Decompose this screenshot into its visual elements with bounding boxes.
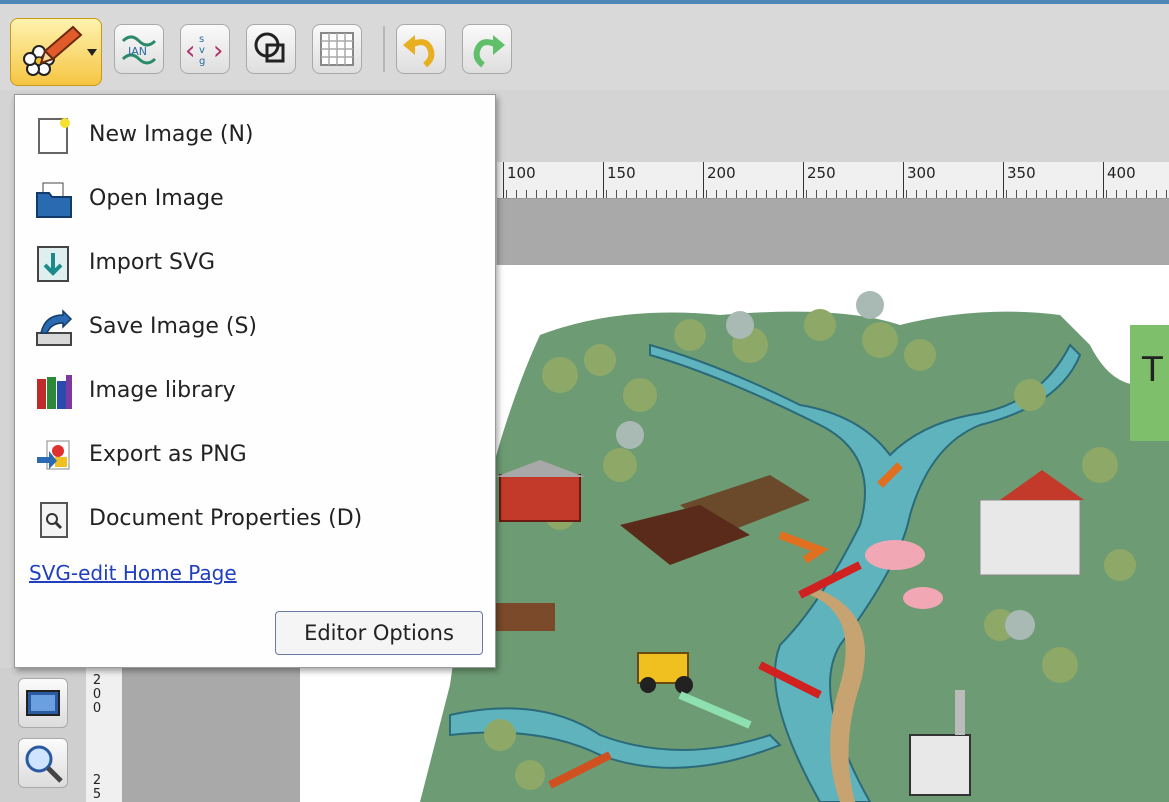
ruler-label: 0 <box>92 701 102 716</box>
menu-item-document-properties[interactable]: Document Properties (D) <box>15 489 495 549</box>
import-icon <box>37 246 69 282</box>
magnifier-icon <box>25 745 63 783</box>
zoom-tool-button[interactable] <box>18 738 68 788</box>
redo-button[interactable] <box>462 24 512 74</box>
image-icon <box>26 690 60 716</box>
left-tool-panel <box>0 668 86 802</box>
save-icon <box>36 309 73 346</box>
ruler-label: 5 <box>92 787 102 802</box>
folder-open-icon <box>36 182 72 218</box>
source-button[interactable]: ‹ › s v g <box>180 24 230 74</box>
editor-options-button[interactable]: Editor Options <box>275 611 483 655</box>
menu-item-export-png[interactable]: Export as PNG <box>15 425 495 485</box>
svg-edit-home-link[interactable]: SVG-edit Home Page <box>29 561 237 585</box>
ruler-label: 100 <box>507 164 536 182</box>
books-icon <box>37 375 72 409</box>
redo-icon <box>473 35 505 68</box>
workarea-background <box>497 199 1169 265</box>
svg-text:›: › <box>213 36 223 66</box>
svg-text:v: v <box>199 45 205 56</box>
ruler-label: 200 <box>707 164 736 182</box>
image-library-button[interactable]: IAN <box>114 24 164 74</box>
menu-item-new-image[interactable]: New Image (N) <box>15 105 495 165</box>
pencil-flower-icon <box>23 25 97 76</box>
undo-button[interactable] <box>396 24 446 74</box>
menu-item-label: Open Image <box>89 186 224 211</box>
undo-icon <box>403 35 435 68</box>
menu-item-label: Export as PNG <box>89 442 247 467</box>
svg-source-icon: ‹ › s v g <box>185 34 223 67</box>
toolbar-separator <box>383 26 385 72</box>
document-properties-icon <box>40 502 68 538</box>
horizontal-ruler: 100 150 200 250 300 350 400 <box>497 162 1169 199</box>
main-toolbar: IAN ‹ › s v g <box>0 4 1169 90</box>
svg-text:IAN: IAN <box>128 45 147 58</box>
image-tool-button[interactable] <box>18 678 68 728</box>
new-image-icon <box>38 118 70 154</box>
wireframe-button[interactable] <box>246 24 296 74</box>
menu-item-label: Save Image (S) <box>89 314 258 339</box>
ruler-label: 0 <box>92 687 102 702</box>
wireframe-icon <box>254 32 285 63</box>
main-menu-button[interactable] <box>10 18 102 86</box>
svg-text:‹: ‹ <box>185 36 195 66</box>
menu-item-label: Image library <box>89 378 236 403</box>
svg-text:g: g <box>199 56 205 67</box>
ruler-label: 400 <box>1107 164 1136 182</box>
workarea-background-left <box>122 668 300 802</box>
grid-icon <box>320 32 354 66</box>
ruler-label: 2 <box>92 773 102 788</box>
ruler-label: 150 <box>607 164 636 182</box>
menu-item-open-image[interactable]: Open Image <box>15 169 495 229</box>
ruler-label: 300 <box>907 164 936 182</box>
ruler-label: 250 <box>807 164 836 182</box>
menu-item-label: New Image (N) <box>89 122 254 147</box>
vertical-ruler: 2 0 0 2 5 <box>86 668 123 802</box>
export-icon <box>37 440 70 470</box>
canvas-partial-text: T <box>1141 350 1163 390</box>
menu-item-save-image[interactable]: Save Image (S) <box>15 297 495 357</box>
menu-item-label: Document Properties (D) <box>89 506 363 531</box>
menu-item-image-library[interactable]: Image library <box>15 361 495 421</box>
menu-item-label: Import SVG <box>89 250 216 275</box>
grid-button[interactable] <box>312 24 362 74</box>
menu-item-import-svg[interactable]: Import SVG <box>15 233 495 293</box>
ruler-label: 2 <box>92 673 102 688</box>
main-menu-dropdown: New Image (N) Open Image Import SVG Save… <box>14 94 496 668</box>
ruler-label: 350 <box>1007 164 1036 182</box>
svg-text:s: s <box>199 34 204 45</box>
ian-logo-icon: IAN <box>121 35 157 65</box>
